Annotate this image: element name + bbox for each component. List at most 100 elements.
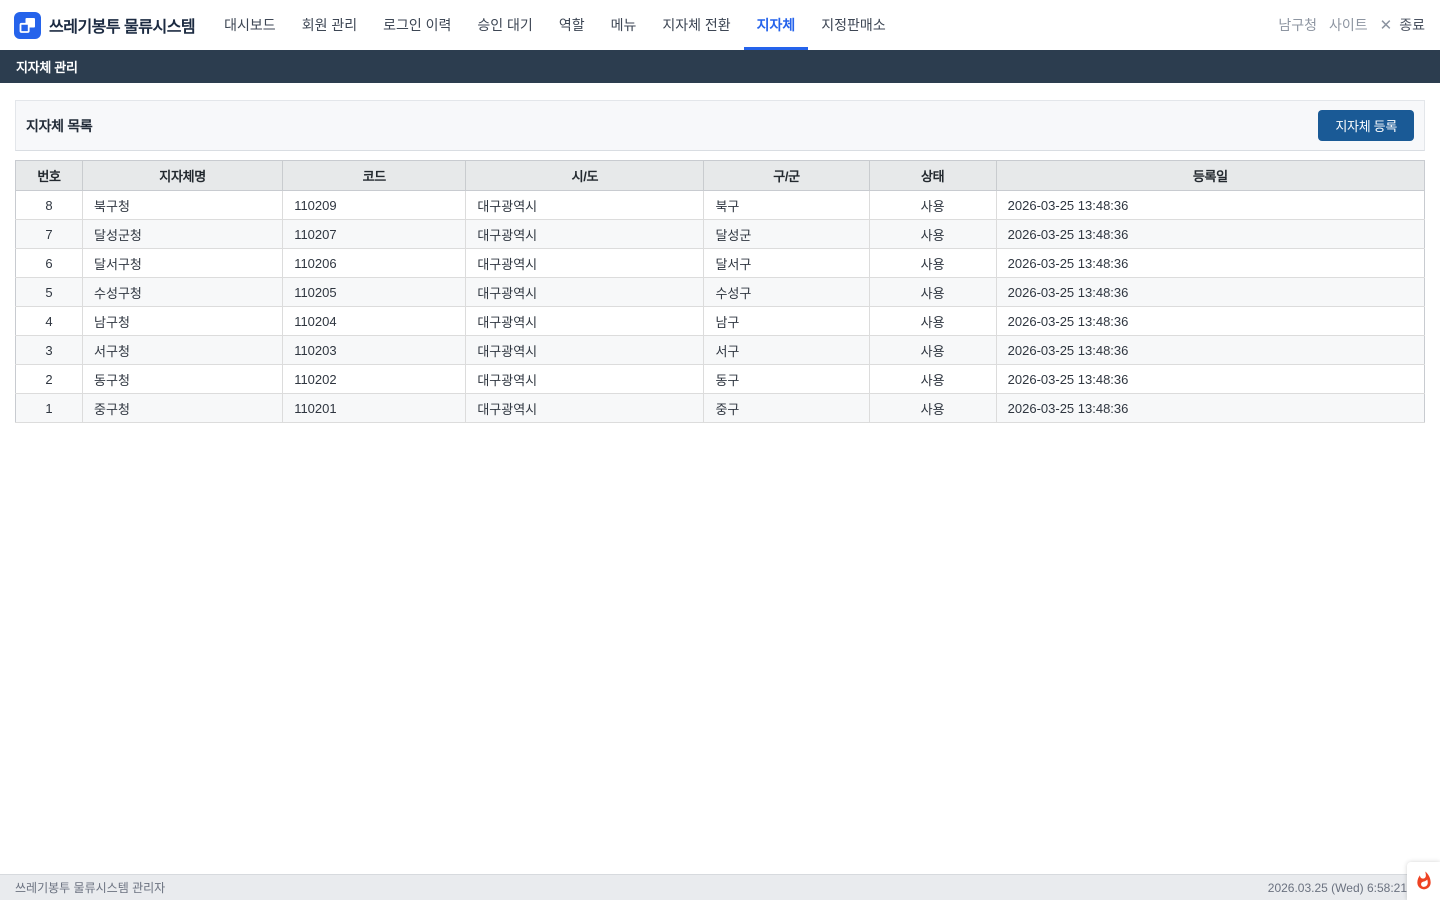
cell-number: 2 [16, 365, 83, 394]
col-city: 시/도 [466, 161, 704, 191]
nav-item[interactable]: 지자체 [744, 0, 809, 50]
cell-number: 7 [16, 220, 83, 249]
cell-city: 대구광역시 [466, 220, 704, 249]
cell-code: 110207 [283, 220, 466, 249]
exit-button[interactable]: ✕ 종료 [1380, 15, 1425, 35]
cell-district: 북구 [704, 191, 869, 220]
footer-datetime: 2026.03.25 (Wed) 6:58:21 [1268, 881, 1425, 895]
cell-number: 6 [16, 249, 83, 278]
cell-number: 4 [16, 307, 83, 336]
close-icon: ✕ [1380, 18, 1393, 33]
col-district: 구/군 [704, 161, 869, 191]
cell-reg-date: 2026-03-25 13:48:36 [996, 394, 1424, 423]
nav-item[interactable]: 승인 대기 [464, 0, 545, 50]
cell-code: 110205 [283, 278, 466, 307]
register-button[interactable]: 지자체 등록 [1318, 110, 1414, 141]
cell-status: 사용 [869, 220, 996, 249]
cell-district: 동구 [704, 365, 869, 394]
cell-gov-name: 중구청 [83, 394, 283, 423]
cell-city: 대구광역시 [466, 278, 704, 307]
nav-item[interactable]: 역할 [546, 0, 598, 50]
gov-table-wrap: 번호 지자체명 코드 시/도 구/군 상태 등록일 8 북구청 110209 대… [15, 160, 1425, 423]
cell-city: 대구광역시 [466, 307, 704, 336]
cell-gov-name: 남구청 [83, 307, 283, 336]
cell-status: 사용 [869, 191, 996, 220]
nav-item[interactable]: 메뉴 [598, 0, 650, 50]
page-title-bar: 지자체 관리 [0, 50, 1440, 83]
cell-gov-name: 동구청 [83, 365, 283, 394]
table-row[interactable]: 3 서구청 110203 대구광역시 서구 사용 2026-03-25 13:4… [16, 336, 1425, 365]
app-title: 쓰레기봉투 물류시스템 [49, 13, 195, 37]
cell-reg-date: 2026-03-25 13:48:36 [996, 307, 1424, 336]
col-gov-name: 지자체명 [83, 161, 283, 191]
cell-city: 대구광역시 [466, 336, 704, 365]
footer-admin-label: 쓰레기봉투 물류시스템 관리자 [15, 879, 165, 896]
nav-item[interactable]: 회원 관리 [289, 0, 370, 50]
logo-icon [19, 17, 36, 34]
col-code: 코드 [283, 161, 466, 191]
app-logo[interactable] [14, 12, 41, 39]
cell-district: 수성구 [704, 278, 869, 307]
nav-item[interactable]: 지정판매소 [808, 0, 898, 50]
cell-status: 사용 [869, 278, 996, 307]
table-row[interactable]: 5 수성구청 110205 대구광역시 수성구 사용 2026-03-25 13… [16, 278, 1425, 307]
list-panel-heading: 지자체 목록 지자체 등록 [15, 100, 1425, 151]
cell-district: 달성군 [704, 220, 869, 249]
nav-item[interactable]: 로그인 이력 [370, 0, 464, 50]
cell-city: 대구광역시 [466, 249, 704, 278]
col-status: 상태 [869, 161, 996, 191]
cell-code: 110202 [283, 365, 466, 394]
nav-item[interactable]: 지자체 전환 [649, 0, 743, 50]
cell-reg-date: 2026-03-25 13:48:36 [996, 249, 1424, 278]
table-row[interactable]: 4 남구청 110204 대구광역시 남구 사용 2026-03-25 13:4… [16, 307, 1425, 336]
cell-gov-name: 달서구청 [83, 249, 283, 278]
top-header: 쓰레기봉투 물류시스템 대시보드 회원 관리 로그인 이력 승인 대기 역할 메… [0, 0, 1440, 50]
cell-reg-date: 2026-03-25 13:48:36 [996, 278, 1424, 307]
flame-icon [1414, 871, 1434, 891]
footer: 쓰레기봉투 물류시스템 관리자 2026.03.25 (Wed) 6:58:21 [0, 874, 1440, 900]
cell-status: 사용 [869, 307, 996, 336]
cell-district: 서구 [704, 336, 869, 365]
cell-district: 달서구 [704, 249, 869, 278]
cell-code: 110203 [283, 336, 466, 365]
cell-status: 사용 [869, 365, 996, 394]
cell-status: 사용 [869, 336, 996, 365]
cell-code: 110201 [283, 394, 466, 423]
table-row[interactable]: 2 동구청 110202 대구광역시 동구 사용 2026-03-25 13:4… [16, 365, 1425, 394]
cell-reg-date: 2026-03-25 13:48:36 [996, 365, 1424, 394]
user-org-label: 남구청 [1278, 15, 1317, 35]
cell-district: 남구 [704, 307, 869, 336]
list-title: 지자체 목록 [26, 116, 93, 136]
site-link[interactable]: 사이트 [1329, 15, 1368, 35]
table-row[interactable]: 8 북구청 110209 대구광역시 북구 사용 2026-03-25 13:4… [16, 191, 1425, 220]
table-row[interactable]: 1 중구청 110201 대구광역시 중구 사용 2026-03-25 13:4… [16, 394, 1425, 423]
main-nav: 대시보드 회원 관리 로그인 이력 승인 대기 역할 메뉴 지자체 전환 지자체… [211, 0, 899, 50]
col-reg-date: 등록일 [996, 161, 1424, 191]
cell-number: 8 [16, 191, 83, 220]
cell-number: 3 [16, 336, 83, 365]
exit-label: 종료 [1399, 15, 1425, 35]
debug-toolbar-badge[interactable] [1407, 862, 1440, 900]
cell-code: 110209 [283, 191, 466, 220]
cell-code: 110204 [283, 307, 466, 336]
gov-table: 번호 지자체명 코드 시/도 구/군 상태 등록일 8 북구청 110209 대… [15, 160, 1425, 423]
cell-gov-name: 수성구청 [83, 278, 283, 307]
cell-city: 대구광역시 [466, 191, 704, 220]
cell-district: 중구 [704, 394, 869, 423]
cell-gov-name: 서구청 [83, 336, 283, 365]
table-row[interactable]: 6 달서구청 110206 대구광역시 달서구 사용 2026-03-25 13… [16, 249, 1425, 278]
cell-reg-date: 2026-03-25 13:48:36 [996, 220, 1424, 249]
cell-city: 대구광역시 [466, 394, 704, 423]
nav-item[interactable]: 대시보드 [211, 0, 289, 50]
cell-reg-date: 2026-03-25 13:48:36 [996, 336, 1424, 365]
cell-number: 5 [16, 278, 83, 307]
col-number: 번호 [16, 161, 83, 191]
table-row[interactable]: 7 달성군청 110207 대구광역시 달성군 사용 2026-03-25 13… [16, 220, 1425, 249]
table-header-row: 번호 지자체명 코드 시/도 구/군 상태 등록일 [16, 161, 1425, 191]
cell-gov-name: 달성군청 [83, 220, 283, 249]
cell-gov-name: 북구청 [83, 191, 283, 220]
cell-number: 1 [16, 394, 83, 423]
cell-status: 사용 [869, 394, 996, 423]
cell-code: 110206 [283, 249, 466, 278]
header-right: 남구청 사이트 ✕ 종료 [1278, 15, 1425, 35]
